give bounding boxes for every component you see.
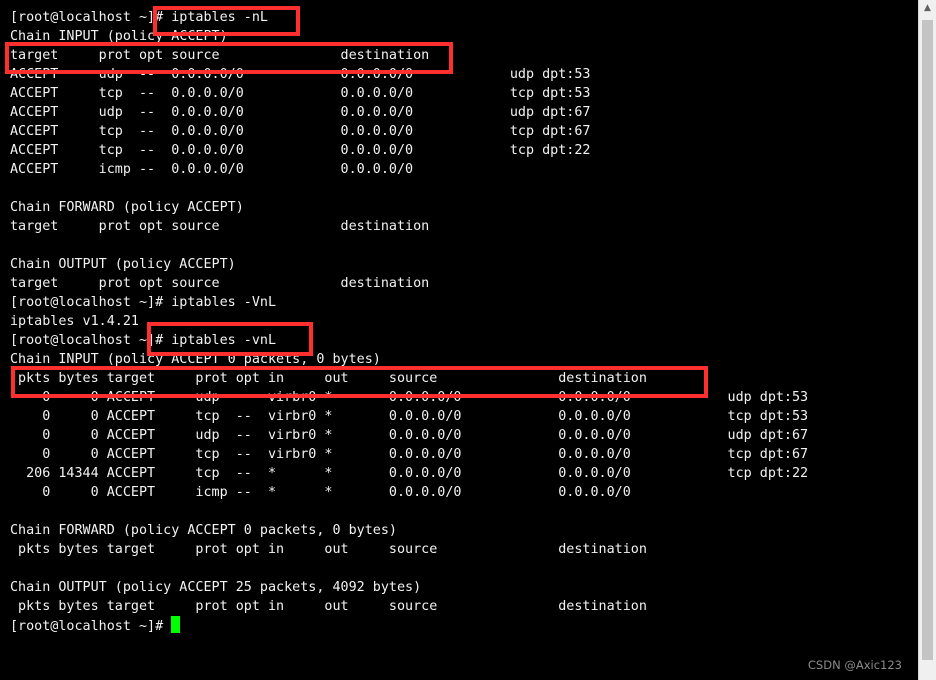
terminal-window[interactable]: [root@localhost ~]# iptables -nL Chain I… bbox=[0, 0, 918, 680]
terminal-line: Chain OUTPUT (policy ACCEPT 25 packets, … bbox=[10, 580, 422, 595]
watermark: CSDN @Axic123 bbox=[807, 658, 902, 672]
terminal-line: [root@localhost ~]# iptables -VnL bbox=[10, 295, 277, 310]
prompt-line[interactable]: [root@localhost ~]# bbox=[10, 616, 808, 635]
terminal-line: [root@localhost ~]# iptables -nL bbox=[10, 10, 268, 25]
terminal-line: Chain INPUT (policy ACCEPT) bbox=[10, 29, 228, 44]
terminal-line: iptables v1.4.21 bbox=[10, 314, 139, 329]
terminal-line: 0 0 ACCEPT tcp -- virbr0 * 0.0.0.0/0 0.0… bbox=[10, 447, 809, 462]
terminal-line: ACCEPT tcp -- 0.0.0.0/0 0.0.0.0/0 tcp dp… bbox=[10, 86, 591, 101]
terminal-line: target prot opt source destination bbox=[10, 219, 430, 234]
terminal-line: Chain INPUT (policy ACCEPT 0 packets, 0 … bbox=[10, 352, 381, 367]
scrollbar-thumb[interactable] bbox=[922, 20, 933, 660]
terminal-line: Chain FORWARD (policy ACCEPT 0 packets, … bbox=[10, 523, 397, 538]
terminal-line: ACCEPT icmp -- 0.0.0.0/0 0.0.0.0/0 bbox=[10, 162, 414, 177]
terminal-line: ACCEPT tcp -- 0.0.0.0/0 0.0.0.0/0 tcp dp… bbox=[10, 124, 591, 139]
terminal-line: [root@localhost ~]# iptables -vnL bbox=[10, 333, 277, 348]
text-cursor bbox=[171, 616, 181, 633]
terminal-line: target prot opt source destination bbox=[10, 276, 430, 291]
terminal-line: 206 14344 ACCEPT tcp -- * * 0.0.0.0/0 0.… bbox=[10, 466, 809, 481]
terminal-line: ACCEPT udp -- 0.0.0.0/0 0.0.0.0/0 udp dp… bbox=[10, 67, 591, 82]
terminal-line: ACCEPT udp -- 0.0.0.0/0 0.0.0.0/0 udp dp… bbox=[10, 105, 591, 120]
terminal-line: pkts bytes target prot opt in out source… bbox=[10, 599, 647, 614]
terminal-line: Chain FORWARD (policy ACCEPT) bbox=[10, 200, 244, 215]
vertical-scrollbar[interactable]: ▲ bbox=[918, 0, 936, 680]
terminal-line: target prot opt source destination bbox=[10, 48, 430, 63]
terminal-line: ACCEPT tcp -- 0.0.0.0/0 0.0.0.0/0 tcp dp… bbox=[10, 143, 591, 158]
terminal-line: 0 0 ACCEPT tcp -- virbr0 * 0.0.0.0/0 0.0… bbox=[10, 409, 809, 424]
terminal-line: Chain OUTPUT (policy ACCEPT) bbox=[10, 257, 236, 272]
terminal-line: 0 0 ACCEPT udp -- virbr0 * 0.0.0.0/0 0.0… bbox=[10, 390, 809, 405]
terminal-line: pkts bytes target prot opt in out source… bbox=[10, 542, 647, 557]
terminal-line: 0 0 ACCEPT udp -- virbr0 * 0.0.0.0/0 0.0… bbox=[10, 428, 809, 443]
terminal-output: [root@localhost ~]# iptables -nL Chain I… bbox=[10, 8, 808, 635]
terminal-line: 0 0 ACCEPT icmp -- * * 0.0.0.0/0 0.0.0.0… bbox=[10, 485, 631, 500]
scroll-up-arrow-icon[interactable]: ▲ bbox=[919, 0, 936, 17]
terminal-line: pkts bytes target prot opt in out source… bbox=[10, 371, 647, 386]
shell-prompt: [root@localhost ~]# bbox=[10, 619, 172, 634]
